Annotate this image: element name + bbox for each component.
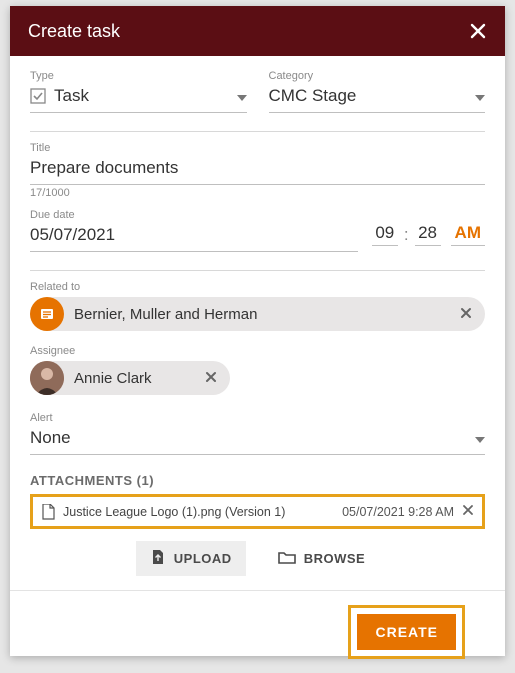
entity-icon <box>30 297 64 331</box>
create-button[interactable]: CREATE <box>357 614 456 650</box>
chip-remove-icon[interactable] <box>455 304 477 325</box>
create-highlight: CREATE <box>348 605 465 659</box>
folder-icon <box>278 550 296 567</box>
attachments-count: (1) <box>137 473 154 488</box>
divider <box>30 131 485 132</box>
time-minute[interactable]: 28 <box>415 223 441 246</box>
related-to-label: Related to <box>30 281 485 293</box>
category-select[interactable]: CMC Stage <box>269 82 486 113</box>
alert-label: Alert <box>30 412 485 424</box>
create-label: CREATE <box>375 624 438 640</box>
attachments-header: ATTACHMENTS (1) <box>30 473 485 488</box>
time-picker: 09 : 28 AM <box>372 223 485 252</box>
checkbox-icon <box>30 88 46 104</box>
alert-value: None <box>30 428 71 448</box>
category-label: Category <box>269 70 486 82</box>
alert-field: Alert None <box>30 412 485 455</box>
title-input[interactable]: Prepare documents <box>30 154 485 185</box>
category-value: CMC Stage <box>269 86 357 106</box>
chevron-down-icon <box>475 428 485 448</box>
chevron-down-icon <box>475 86 485 106</box>
assignee-label: Assignee <box>30 345 485 357</box>
due-date-value: 05/07/2021 <box>30 225 115 245</box>
attachment-row[interactable]: Justice League Logo (1).png (Version 1) … <box>41 503 474 520</box>
title-label: Title <box>30 142 485 154</box>
upload-label: UPLOAD <box>174 551 232 566</box>
chevron-down-icon <box>237 86 247 106</box>
assignee-chip[interactable]: Annie Clark <box>30 361 230 395</box>
related-to-value: Bernier, Muller and Herman <box>64 306 455 323</box>
divider <box>30 270 485 271</box>
related-to-chip[interactable]: Bernier, Muller and Herman <box>30 297 485 331</box>
title-counter: 17/1000 <box>30 187 485 199</box>
attachments-header-text: ATTACHMENTS <box>30 473 133 488</box>
due-date-input[interactable]: 05/07/2021 <box>30 221 358 252</box>
close-icon[interactable] <box>469 22 487 40</box>
type-field: Type Task <box>30 70 247 113</box>
modal-title: Create task <box>28 21 120 42</box>
time-colon: : <box>400 225 413 245</box>
due-date-field: Due date 05/07/2021 <box>30 209 358 252</box>
due-date-label: Due date <box>30 209 358 221</box>
title-field: Title Prepare documents 17/1000 <box>30 142 485 199</box>
attachment-filename: Justice League Logo (1).png (Version 1) <box>63 505 285 519</box>
assignee-field: Assignee Annie Clark <box>30 345 485 398</box>
category-field: Category CMC Stage <box>269 70 486 113</box>
title-value: Prepare documents <box>30 158 178 178</box>
file-icon <box>41 504 55 520</box>
alert-select[interactable]: None <box>30 424 485 455</box>
upload-button[interactable]: UPLOAD <box>136 541 246 576</box>
time-ampm[interactable]: AM <box>451 223 485 246</box>
browse-label: BROWSE <box>304 551 366 566</box>
avatar <box>30 361 64 395</box>
attachment-highlight: Justice League Logo (1).png (Version 1) … <box>30 494 485 529</box>
time-hour[interactable]: 09 <box>372 223 398 246</box>
create-task-modal: Create task Type Task <box>10 6 505 656</box>
assignee-value: Annie Clark <box>64 370 200 387</box>
browse-button[interactable]: BROWSE <box>264 541 380 576</box>
type-select[interactable]: Task <box>30 82 247 113</box>
type-label: Type <box>30 70 247 82</box>
upload-icon <box>150 549 166 568</box>
chip-remove-icon[interactable] <box>200 368 222 389</box>
modal-header: Create task <box>10 6 505 56</box>
attachment-remove-icon[interactable] <box>462 503 474 520</box>
type-value: Task <box>54 86 89 106</box>
related-to-field: Related to Bernier, Muller and Herman <box>30 281 485 331</box>
attachment-date: 05/07/2021 9:28 AM <box>342 505 454 519</box>
